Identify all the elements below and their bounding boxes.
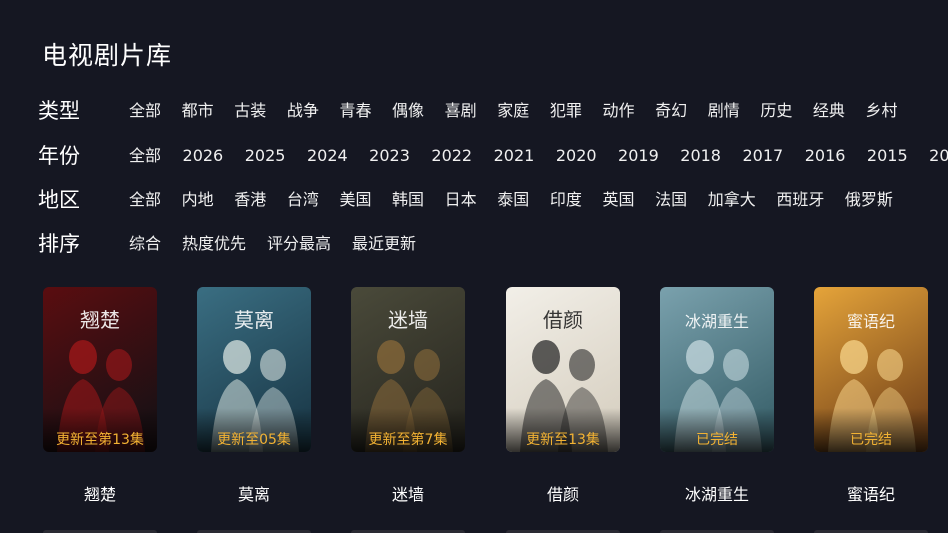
filter-option-region[interactable]: 法国 (655, 185, 687, 215)
filter-label-region: 地区 (38, 188, 80, 212)
episode-status-label: 更新至05集 (217, 432, 291, 448)
filter-option-genre[interactable]: 经典 (813, 96, 845, 126)
show-poster[interactable]: 莫离更新至05集 (197, 287, 311, 452)
filter-option-genre[interactable]: 乡村 (866, 96, 898, 126)
filter-option-year[interactable]: 2016 (805, 141, 846, 171)
filter-options-sort: 综合 热度优先 评分最高 最近更新 (129, 229, 437, 259)
tv-series-library-page: 电视剧片库 类型 全部 都市 古装 战争 青春 偶像 喜剧 家庭 犯罪 动作 奇… (0, 0, 948, 533)
episode-status-label: 更新至第7集 (368, 432, 448, 448)
episode-status-label: 已完结 (696, 432, 738, 448)
filter-option-sort[interactable]: 热度优先 (182, 229, 246, 259)
show-title: 蜜语纪 (846, 485, 895, 504)
filter-option-year[interactable]: 2019 (618, 141, 659, 171)
filter-option-region[interactable]: 内地 (182, 185, 214, 215)
show-card[interactable]: 借颜 更新至13集 借颜 (506, 287, 622, 504)
filter-row-genre: 类型 全部 都市 古装 战争 青春 偶像 喜剧 家庭 犯罪 动作 奇幻 剧情 历… (0, 96, 948, 126)
filter-option-genre[interactable]: 全部 (129, 96, 161, 126)
filter-option-year[interactable]: 2025 (245, 141, 286, 171)
filter-option-genre[interactable]: 奇幻 (655, 96, 687, 126)
episode-status-label: 更新至13集 (526, 432, 600, 448)
filter-label-sort: 排序 (38, 232, 80, 256)
show-card[interactable]: 莫离 更新至05集 莫离 (197, 287, 313, 504)
filter-row-year: 年份 全部 2026 2025 2024 2023 2022 2021 2020… (0, 141, 948, 171)
show-title: 借颜 (546, 485, 579, 504)
poster-art-title: 迷墙 (388, 308, 428, 332)
filter-option-sort[interactable]: 评分最高 (267, 229, 331, 259)
show-poster[interactable]: 借颜更新至13集 (506, 287, 620, 452)
show-title: 莫离 (237, 485, 270, 504)
show-card[interactable]: 迷墙 更新至第7集 迷墙 (351, 287, 467, 504)
episode-status-label: 更新至第13集 (56, 432, 144, 448)
page-title: 电视剧片库 (42, 41, 173, 70)
filter-option-year[interactable]: 2020 (556, 141, 597, 171)
filter-option-region[interactable]: 香港 (234, 185, 266, 215)
filter-options-year: 全部 2026 2025 2024 2023 2022 2021 2020 20… (129, 141, 948, 171)
filter-label-genre: 类型 (38, 99, 80, 123)
filter-option-year[interactable]: 全部 (129, 141, 161, 171)
filter-option-region[interactable]: 西班牙 (776, 185, 824, 215)
filter-option-genre[interactable]: 青春 (339, 96, 371, 126)
filter-option-genre[interactable]: 都市 (182, 96, 214, 126)
filter-options-genre: 全部 都市 古装 战争 青春 偶像 喜剧 家庭 犯罪 动作 奇幻 剧情 历史 经… (129, 96, 918, 126)
filter-row-sort: 排序 综合 热度优先 评分最高 最近更新 (0, 229, 948, 259)
filter-option-region[interactable]: 韩国 (392, 185, 424, 215)
filter-option-region[interactable]: 泰国 (497, 185, 529, 215)
filter-option-genre[interactable]: 战争 (287, 96, 319, 126)
filter-option-region[interactable]: 日本 (445, 185, 477, 215)
filter-options-region: 全部 内地 香港 台湾 美国 韩国 日本 泰国 印度 英国 法国 加拿大 西班牙… (129, 185, 914, 215)
episode-status-label: 已完结 (850, 432, 892, 448)
filter-option-region[interactable]: 印度 (550, 185, 582, 215)
filter-option-year[interactable]: 2026 (183, 141, 224, 171)
filter-option-year[interactable]: 2023 (369, 141, 410, 171)
filter-option-genre[interactable]: 家庭 (497, 96, 529, 126)
show-poster[interactable]: 迷墙更新至第7集 (351, 287, 465, 452)
show-title: 冰湖重生 (684, 485, 749, 504)
poster-art-title: 借颜 (543, 308, 583, 332)
filter-row-region: 地区 全部 内地 香港 台湾 美国 韩国 日本 泰国 印度 英国 法国 加拿大 … (0, 185, 948, 215)
show-card[interactable]: 蜜语纪 已完结 蜜语纪 (814, 287, 930, 504)
show-title: 翘楚 (83, 485, 116, 504)
filter-option-genre[interactable]: 古装 (234, 96, 266, 126)
poster-art-title: 蜜语纪 (847, 312, 895, 331)
poster-art-title: 翘楚 (80, 308, 120, 332)
poster-art-title: 冰湖重生 (685, 312, 749, 331)
filter-option-genre[interactable]: 喜剧 (445, 96, 477, 126)
filter-option-region[interactable]: 俄罗斯 (845, 185, 893, 215)
filter-option-genre[interactable]: 犯罪 (550, 96, 582, 126)
filter-label-year: 年份 (38, 144, 80, 168)
poster-grid: 翘楚 更新至第13集 翘楚 莫离 更新至05集 莫离 迷墙 更新至第7集 迷墙 借颜更… (0, 287, 948, 533)
filter-option-region[interactable]: 美国 (339, 185, 371, 215)
show-card[interactable]: 翘楚 更新至第13集 翘楚 (43, 287, 159, 504)
filter-option-region[interactable]: 台湾 (287, 185, 319, 215)
show-title: 迷墙 (391, 485, 424, 504)
filter-option-year[interactable]: 2024 (307, 141, 348, 171)
poster-art-title: 莫离 (234, 308, 274, 332)
show-poster[interactable]: 蜜语纪 已完结 (814, 287, 928, 452)
filter-option-genre[interactable]: 动作 (602, 96, 634, 126)
filter-option-genre[interactable]: 偶像 (392, 96, 424, 126)
show-card[interactable]: 冰湖重生 已完结 冰湖重生 (660, 287, 776, 504)
filter-option-year[interactable]: 2018 (680, 141, 721, 171)
filter-option-year[interactable]: 2017 (742, 141, 783, 171)
filter-option-sort[interactable]: 最近更新 (352, 229, 416, 259)
filter-option-genre[interactable]: 剧情 (708, 96, 740, 126)
show-poster[interactable]: 冰湖重生 已完结 (660, 287, 774, 452)
filter-option-region[interactable]: 全部 (129, 185, 161, 215)
filter-option-region[interactable]: 英国 (602, 185, 634, 215)
filter-option-year[interactable]: 2014 (929, 141, 948, 171)
show-poster[interactable]: 翘楚更新至第13集 (43, 287, 157, 452)
filter-option-year[interactable]: 2022 (431, 141, 472, 171)
filter-option-genre[interactable]: 历史 (760, 96, 792, 126)
filter-option-year[interactable]: 2015 (867, 141, 908, 171)
filter-option-region[interactable]: 加拿大 (708, 185, 756, 215)
filter-option-sort[interactable]: 综合 (129, 229, 161, 259)
filter-option-year[interactable]: 2021 (494, 141, 535, 171)
